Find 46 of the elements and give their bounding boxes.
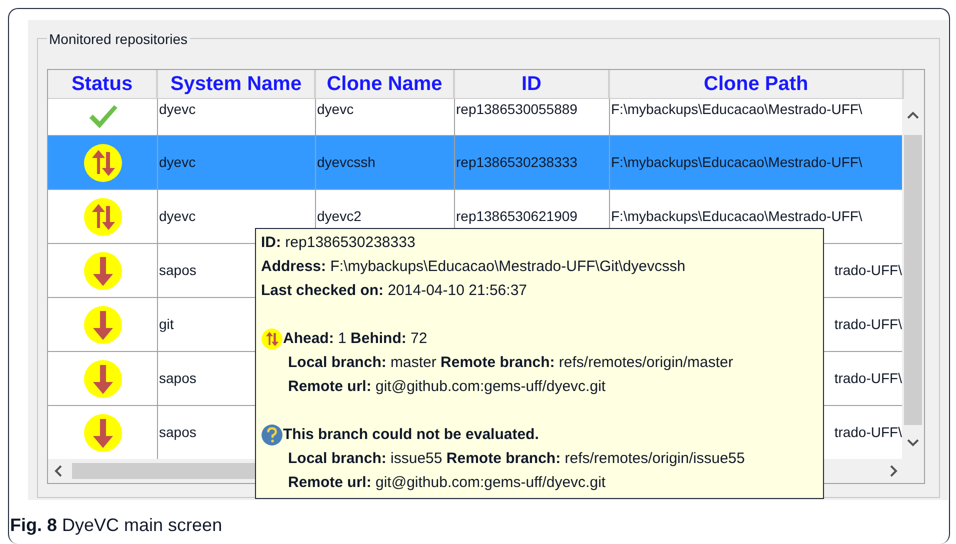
column-header[interactable]: Clone Path: [610, 70, 904, 99]
table-cell-text: git: [159, 315, 174, 334]
table-cell-text: dyevc: [159, 100, 196, 119]
column-header[interactable]: Status: [48, 70, 158, 99]
branch-status: Ahead: 1 Behind: 72: [283, 329, 428, 349]
question-icon: [261, 424, 283, 446]
table-cell-text: sapos: [159, 369, 196, 388]
table-cell-text: trado-UFF\: [834, 369, 902, 388]
column-header[interactable]: ID: [455, 70, 610, 99]
table-cell-text: F:\mybackups\Educacao\Mestrado-UFF\: [611, 153, 862, 172]
scroll-up-icon[interactable]: [907, 111, 919, 119]
tooltip-line: Local branch: master Remote branch: refs/remotes/origin/master: [288, 353, 734, 373]
branch-status: This branch could not be evaluated.: [283, 425, 539, 445]
table-cell-text: dyevc: [159, 153, 196, 172]
scroll-down-icon[interactable]: [907, 439, 919, 447]
tooltip-line: Remote url: git@github.com:gems-uff/dyevc.git: [288, 473, 606, 493]
tooltip-line: Address: F:\mybackups\Educacao\Mestrado-UFF\Git\dyevcssh: [261, 257, 686, 277]
table-cell-text: F:\mybackups\Educacao\Mestrado-UFF\: [611, 100, 862, 119]
table-cell-text: trado-UFF\: [834, 315, 902, 334]
figure-caption: Fig. 8 DyeVC main screen: [10, 514, 222, 537]
scrollbar-thumb[interactable]: [904, 135, 922, 425]
table-cell-text: sapos: [159, 423, 196, 442]
table-cell-text: dyevcssh: [317, 153, 376, 172]
tooltip-line: Remote url: git@github.com:gems-uff/dyevc.git: [288, 377, 606, 397]
scroll-right-icon[interactable]: [888, 465, 898, 477]
scroll-left-icon[interactable]: [54, 465, 64, 477]
column-header[interactable]: Clone Name: [316, 70, 455, 99]
table-cell-text: rep1386530238333: [456, 153, 578, 172]
table-cell-text: sapos: [159, 261, 196, 280]
up-down-arrows-icon: [261, 328, 283, 350]
table-cell-text: rep1386530055889: [456, 100, 578, 119]
table-row[interactable]: dyevc dyevcssh rep1386530238333 F:\mybackups\Educacao\Mestrado-UFF\: [48, 136, 904, 190]
table-cell-text: dyevc: [317, 100, 354, 119]
up-down-arrows-icon: [82, 142, 122, 182]
table-cell-text: trado-UFF\: [834, 261, 902, 280]
table-cell-text: rep1386530621909: [456, 207, 578, 226]
table-cell-text: F:\mybackups\Educacao\Mestrado-UFF\: [611, 207, 862, 226]
up-down-arrows-icon: [82, 196, 122, 236]
table-cell-text: dyevc: [159, 207, 196, 226]
vertical-scrollbar[interactable]: [902, 99, 924, 483]
tooltip-line: Local branch: issue55 Remote branch: refs/remotes/origin/issue55: [288, 449, 745, 469]
table-cell-text: trado-UFF\: [834, 423, 902, 442]
table-row[interactable]: dyevc dyevc rep1386530055889 F:\mybackups\Educacao\Mestrado-UFF\: [48, 99, 904, 136]
table-cell-text: dyevc2: [317, 207, 362, 226]
tooltip-line: Last checked on: 2014-04-10 21:56:37: [261, 281, 527, 301]
column-header[interactable]: System Name: [158, 70, 316, 99]
